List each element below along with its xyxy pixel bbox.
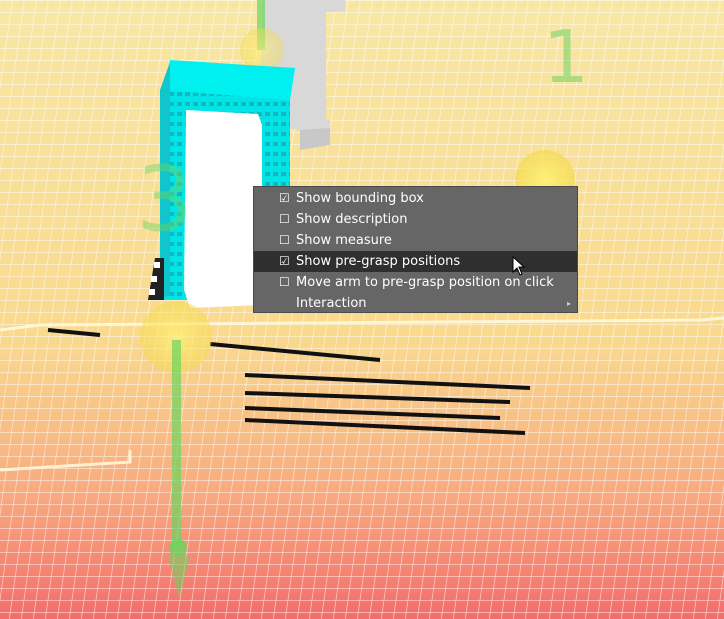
menu-checkbox-icon: ☐	[279, 212, 290, 226]
menu-item-show-bounding-box[interactable]: ☑ Show bounding box	[254, 188, 577, 209]
mouse-cursor-icon	[512, 256, 526, 276]
menu-checkbox-icon: ☐	[279, 275, 290, 289]
menu-item-move-arm-to-pre-grasp-position-on-click[interactable]: ☐ Move arm to pre-grasp position on click	[254, 272, 577, 293]
menu-item-label: Show pre-grasp positions	[296, 254, 461, 269]
green-arrow-front	[172, 340, 181, 550]
menu-item-label: Show bounding box	[296, 191, 424, 206]
step-highlight	[149, 289, 155, 295]
3d-viewport[interactable]: 1 3 ☑ Show bounding box ☐ Show descripti…	[0, 0, 724, 619]
marker-number-1: 1	[543, 15, 589, 99]
step-highlight	[154, 262, 160, 268]
menu-item-label: Show measure	[296, 233, 392, 248]
marker-number-3: 3	[136, 147, 193, 252]
menu-item-label: Show description	[296, 212, 408, 227]
menu-item-interaction[interactable]: Interaction ▸	[254, 293, 577, 314]
menu-checkbox-icon: ☑	[279, 191, 290, 205]
white-panel	[184, 110, 262, 308]
menu-item-label: Interaction	[296, 296, 367, 311]
menu-item-show-description[interactable]: ☐ Show description	[254, 209, 577, 230]
step-highlight	[151, 276, 157, 282]
menu-checkbox-icon: ☐	[279, 233, 290, 247]
submenu-arrow-icon: ▸	[566, 299, 571, 308]
green-arrow-knob	[169, 539, 187, 557]
menu-item-show-pre-grasp-positions[interactable]: ☑ Show pre-grasp positions	[254, 251, 577, 272]
menu-item-show-measure[interactable]: ☐ Show measure	[254, 230, 577, 251]
context-menu: ☑ Show bounding box ☐ Show description ☐ Show…	[253, 186, 578, 313]
menu-checkbox-icon: ☑	[279, 254, 290, 268]
